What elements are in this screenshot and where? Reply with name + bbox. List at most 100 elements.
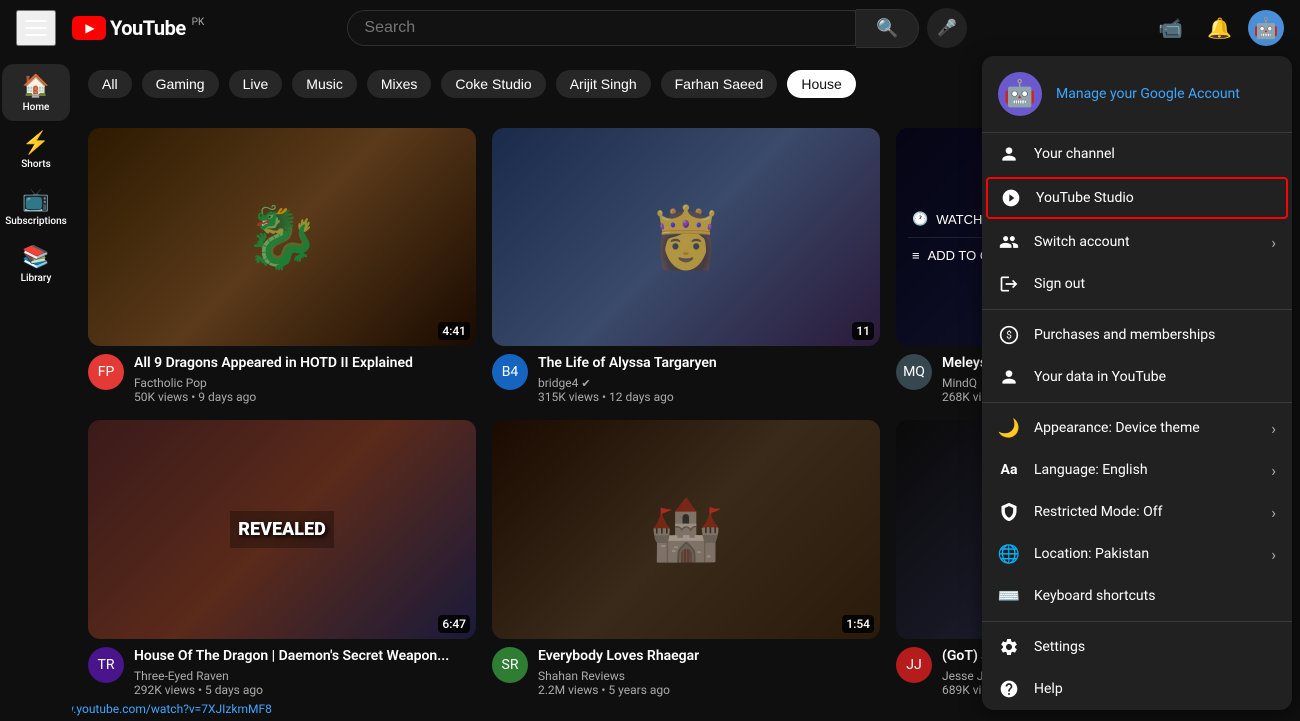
appearance-icon: 🌙 [998, 417, 1020, 439]
video-meta-1: FP All 9 Dragons Appeared in HOTD II Exp… [88, 354, 476, 404]
settings-icon [998, 636, 1020, 658]
channel-name-1: Factholic Pop [134, 376, 476, 390]
nav-left: YouTube PK [16, 10, 256, 46]
logo[interactable]: YouTube PK [72, 16, 204, 40]
video-title-1: All 9 Dragons Appeared in HOTD II Explai… [134, 354, 476, 372]
video-meta-5: SR Everybody Loves Rhaegar Shahan Review… [492, 647, 880, 697]
menu-label-sign-out: Sign out [1034, 276, 1085, 292]
thumbnail-2: 👸 11 [492, 128, 880, 346]
menu-item-appearance[interactable]: 🌙 Appearance: Device theme › [982, 407, 1292, 449]
chip-house[interactable]: House [787, 70, 855, 98]
menu-item-restricted-mode[interactable]: Restricted Mode: Off › [982, 491, 1292, 533]
sidebar-item-home[interactable]: 🏠 Home [2, 64, 70, 121]
search-input-wrap [347, 10, 856, 46]
youtube-studio-icon [1000, 187, 1022, 209]
video-meta-4: TR House Of The Dragon | Daemon's Secret… [88, 647, 476, 697]
menu-item-your-channel[interactable]: Your channel [982, 133, 1292, 175]
menu-divider-1 [982, 309, 1292, 310]
your-data-icon [998, 366, 1020, 388]
chip-gaming[interactable]: Gaming [142, 70, 219, 98]
thumbnail-4: REVEALED 6:47 [88, 420, 476, 638]
switch-account-arrow: › [1271, 233, 1276, 252]
avatar-1: FP [88, 354, 124, 390]
verified-badge-2: ✔ [581, 377, 590, 390]
restricted-mode-icon [998, 501, 1020, 523]
menu-item-youtube-studio[interactable]: YouTube Studio [986, 177, 1288, 219]
video-title-2: The Life of Alyssa Targaryen [538, 354, 880, 372]
mic-button[interactable]: 🎤 [927, 8, 967, 48]
avatar-4: TR [88, 647, 124, 683]
logo-badge: PK [192, 17, 205, 28]
your-channel-icon [998, 143, 1020, 165]
video-stats-5: 2.2M views • 5 years ago [538, 683, 880, 697]
duration-5: 1:54 [842, 615, 874, 633]
video-title-5: Everybody Loves Rhaegar [538, 647, 880, 665]
search-input[interactable] [348, 11, 855, 45]
chip-all[interactable]: All [88, 70, 132, 98]
topnav: YouTube PK 🔍 🎤 📹 🔔 🤖 [0, 0, 1300, 56]
chip-arijit-singh[interactable]: Arijit Singh [556, 70, 651, 98]
hamburger-button[interactable] [16, 10, 56, 46]
thumbnail-1: 🐉 4:41 [88, 128, 476, 346]
menu-item-language[interactable]: Aa Language: English › [982, 449, 1292, 491]
account-header: 🤖 Manage your Google Account [982, 56, 1292, 133]
thumbnail-5: 🏰 1:54 [492, 420, 880, 638]
menu-label-restricted-mode: Restricted Mode: Off [1034, 504, 1162, 520]
menu-item-your-data[interactable]: Your data in YouTube [982, 356, 1292, 398]
video-stats-4: 292K views • 5 days ago [134, 683, 476, 697]
sidebar-item-shorts[interactable]: ⚡ Shorts [2, 121, 70, 178]
chip-live[interactable]: Live [229, 70, 283, 98]
chip-coke-studio[interactable]: Coke Studio [441, 70, 545, 98]
menu-item-help[interactable]: Help [982, 668, 1292, 710]
menu-item-settings[interactable]: Settings [982, 626, 1292, 668]
menu-label-help: Help [1034, 681, 1063, 697]
create-button[interactable]: 📹 [1150, 8, 1191, 49]
menu-item-purchases[interactable]: $ Purchases and memberships [982, 314, 1292, 356]
duration-1: 4:41 [438, 322, 470, 340]
sidebar-item-subscriptions[interactable]: 📺 Subscriptions [2, 178, 70, 235]
chip-farhan-saeed[interactable]: Farhan Saeed [661, 70, 778, 98]
channel-name-4: Three-Eyed Raven [134, 669, 476, 683]
manage-google-account-link[interactable]: Manage your Google Account [1056, 86, 1240, 102]
duration-2: 11 [852, 322, 874, 340]
menu-item-switch-account[interactable]: Switch account › [982, 221, 1292, 263]
language-arrow: › [1271, 461, 1276, 480]
account-avatar-button[interactable]: 🤖 [1248, 10, 1284, 46]
account-dropdown: 🤖 Manage your Google Account Your channe… [982, 56, 1292, 710]
home-icon: 🏠 [22, 76, 49, 98]
help-icon [998, 678, 1020, 700]
avatar-5: SR [492, 647, 528, 683]
video-info-5: Everybody Loves Rhaegar Shahan Reviews 2… [538, 647, 880, 697]
search-bar: 🔍 🎤 [347, 8, 967, 48]
menu-item-location[interactable]: 🌐 Location: Pakistan › [982, 533, 1292, 575]
logo-text: YouTube [110, 16, 186, 40]
notifications-button[interactable]: 🔔 [1199, 8, 1240, 49]
video-card-1[interactable]: 🐉 4:41 FP All 9 Dragons Appeared in HOTD… [88, 128, 476, 404]
language-icon: Aa [998, 459, 1020, 481]
sidebar-label-subscriptions: Subscriptions [5, 216, 67, 227]
sign-out-icon [998, 273, 1020, 295]
menu-label-switch-account: Switch account [1034, 234, 1130, 250]
video-card-5[interactable]: 🏰 1:54 SR Everybody Loves Rhaegar Shahan… [492, 420, 880, 696]
sidebar-label-shorts: Shorts [21, 159, 51, 170]
nav-right: 📹 🔔 🤖 [1150, 8, 1284, 49]
switch-account-icon [998, 231, 1020, 253]
video-info-1: All 9 Dragons Appeared in HOTD II Explai… [134, 354, 476, 404]
chip-music[interactable]: Music [292, 70, 357, 98]
menu-label-keyboard: Keyboard shortcuts [1034, 588, 1155, 604]
video-card-4[interactable]: REVEALED 6:47 TR House Of The Dragon | D… [88, 420, 476, 696]
location-icon: 🌐 [998, 543, 1020, 565]
search-button[interactable]: 🔍 [856, 9, 919, 48]
video-stats-2: 315K views • 12 days ago [538, 390, 880, 404]
sidebar-label-library: Library [21, 273, 52, 284]
video-info-2: The Life of Alyssa Targaryen bridge4 ✔ 3… [538, 354, 880, 404]
video-stats-1: 50K views • 9 days ago [134, 390, 476, 404]
video-card-2[interactable]: 👸 11 B4 The Life of Alyssa Targaryen bri… [492, 128, 880, 404]
menu-item-sign-out[interactable]: Sign out [982, 263, 1292, 305]
chip-mixes[interactable]: Mixes [367, 70, 432, 98]
menu-label-location: Location: Pakistan [1034, 546, 1149, 562]
sidebar-item-library[interactable]: 📚 Library [2, 235, 70, 292]
menu-label-settings: Settings [1034, 639, 1085, 655]
location-arrow: › [1271, 545, 1276, 564]
menu-item-keyboard[interactable]: ⌨️ Keyboard shortcuts [982, 575, 1292, 617]
